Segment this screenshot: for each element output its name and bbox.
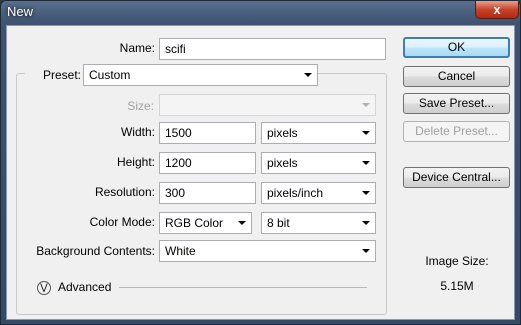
advanced-divider (119, 287, 367, 288)
close-button[interactable]: x (475, 1, 519, 19)
bit-depth-value: 8 bit (267, 216, 290, 230)
delete-preset-button: Delete Preset... (403, 121, 510, 142)
size-select (159, 94, 376, 116)
height-unit-value: pixels (267, 156, 298, 170)
chevron-down-icon (238, 221, 246, 225)
color-mode-select[interactable]: RGB Color (159, 212, 252, 234)
resolution-label: Resolution: (94, 185, 155, 199)
chevron-down-icon (362, 191, 370, 195)
preset-value: Custom (89, 68, 131, 82)
color-mode-label: Color Mode: (89, 215, 155, 229)
background-contents-value: White (165, 244, 196, 258)
chevron-down-icon (362, 249, 370, 253)
name-input[interactable]: scifi (159, 38, 386, 60)
dialog-body: Name: scifi Preset: Custom Size: Width: … (6, 25, 515, 320)
resolution-unit-select[interactable]: pixels/inch (261, 182, 376, 204)
image-size-value: 5.15M (440, 279, 474, 293)
color-mode-value: RGB Color (165, 216, 224, 230)
chevron-down-icon (362, 221, 370, 225)
chevron-double-down-icon[interactable]: ⋁ (37, 281, 51, 295)
chevron-down-icon (362, 131, 370, 135)
image-size-label: Image Size: (425, 254, 489, 268)
width-unit-value: pixels (267, 126, 298, 140)
background-contents-label: Background Contents: (36, 244, 155, 258)
background-contents-select[interactable]: White (159, 240, 376, 262)
resolution-input[interactable]: 300 (159, 182, 256, 204)
height-input[interactable]: 1200 (159, 152, 256, 174)
bit-depth-select[interactable]: 8 bit (261, 212, 376, 234)
advanced-toggle-label[interactable]: Advanced (58, 280, 111, 294)
resolution-unit-value: pixels/inch (267, 186, 324, 200)
size-label: Size: (127, 99, 154, 113)
height-unit-select[interactable]: pixels (261, 152, 376, 174)
name-label: Name: (119, 41, 155, 55)
title-bar[interactable]: New x (1, 1, 520, 25)
save-preset-button[interactable]: Save Preset... (403, 93, 510, 114)
new-document-dialog: New x Name: scifi Preset: Custom Size: W… (0, 0, 521, 325)
width-label: Width: (120, 125, 155, 139)
chevron-down-icon (304, 73, 312, 77)
chevron-down-icon (362, 103, 370, 107)
chevron-down-icon (362, 161, 370, 165)
close-icon: x (493, 2, 501, 17)
width-unit-select[interactable]: pixels (261, 122, 376, 144)
preset-label: Preset: (25, 68, 83, 82)
dialog-title: New (7, 4, 34, 19)
device-central-button[interactable]: Device Central... (403, 167, 510, 188)
cancel-button[interactable]: Cancel (403, 66, 510, 87)
width-input[interactable]: 1500 (159, 122, 256, 144)
preset-select[interactable]: Custom (83, 64, 318, 86)
height-label: Height: (116, 155, 155, 169)
ok-button[interactable]: OK (403, 37, 510, 58)
